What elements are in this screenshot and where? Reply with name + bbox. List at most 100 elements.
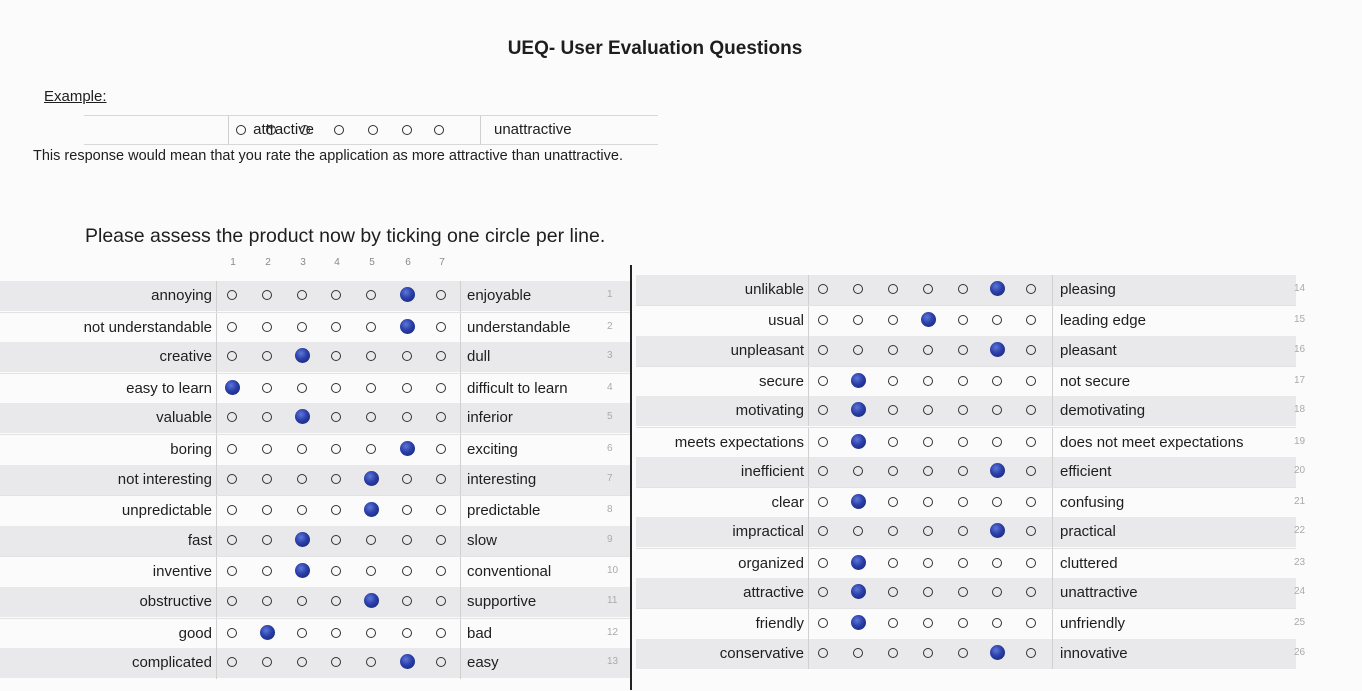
rating-radio-5[interactable]: [958, 344, 968, 355]
rating-radio-1[interactable]: [227, 596, 237, 606]
rating-radio-1[interactable]: [227, 412, 237, 423]
rating-radio-2[interactable]: [262, 444, 272, 454]
rating-radio-1[interactable]: [818, 557, 828, 568]
rating-radio-5[interactable]: [366, 382, 376, 393]
rating-radio-2[interactable]: [851, 402, 866, 418]
rating-radio-4[interactable]: [923, 557, 933, 568]
rating-radio-6[interactable]: [400, 654, 415, 670]
rating-radio-7[interactable]: [1026, 284, 1036, 294]
rating-radio-4[interactable]: [331, 321, 341, 332]
rating-radio-2[interactable]: [853, 315, 863, 326]
rating-radio-7[interactable]: [436, 321, 446, 332]
rating-radio-6[interactable]: [992, 618, 1002, 629]
rating-radio-7[interactable]: [436, 657, 446, 668]
rating-radio-5[interactable]: [958, 465, 968, 476]
rating-radio-3[interactable]: [888, 587, 898, 597]
rating-radio-3[interactable]: [888, 284, 898, 294]
rating-radio-6[interactable]: [402, 596, 412, 606]
rating-radio-1[interactable]: [818, 587, 828, 597]
rating-radio-5[interactable]: [366, 627, 376, 638]
rating-radio-4[interactable]: [923, 375, 933, 386]
rating-radio-4[interactable]: [923, 587, 933, 597]
rating-radio-2[interactable]: [262, 566, 272, 577]
rating-radio-2[interactable]: [260, 624, 275, 640]
rating-radio-4[interactable]: [923, 436, 933, 447]
rating-radio-7[interactable]: [1026, 618, 1036, 629]
rating-radio-1[interactable]: [818, 526, 828, 537]
rating-radio-1[interactable]: [227, 473, 237, 484]
rating-radio-6[interactable]: [402, 627, 412, 638]
rating-radio-6[interactable]: [992, 587, 1002, 597]
rating-radio-4[interactable]: [331, 351, 341, 362]
rating-radio-4[interactable]: [331, 534, 341, 545]
rating-radio-6[interactable]: [992, 315, 1002, 326]
rating-radio-5[interactable]: [366, 290, 376, 300]
rating-radio-1[interactable]: [225, 379, 240, 395]
rating-radio-3[interactable]: [295, 409, 310, 425]
rating-radio-1[interactable]: [227, 627, 237, 638]
rating-radio-4[interactable]: [331, 412, 341, 423]
rating-radio-3[interactable]: [888, 344, 898, 355]
rating-radio-1[interactable]: [818, 405, 828, 416]
rating-radio-2[interactable]: [262, 321, 272, 332]
rating-radio-7[interactable]: [436, 505, 446, 516]
rating-radio-2[interactable]: [262, 596, 272, 606]
rating-radio-6[interactable]: [402, 412, 412, 423]
rating-radio-2[interactable]: [853, 344, 863, 355]
rating-radio-4[interactable]: [921, 312, 936, 328]
rating-radio-4[interactable]: [331, 473, 341, 484]
rating-radio-5[interactable]: [366, 444, 376, 454]
rating-radio-2[interactable]: [262, 382, 272, 393]
rating-radio-4[interactable]: [331, 505, 341, 516]
rating-radio-1[interactable]: [818, 315, 828, 326]
rating-radio-7[interactable]: [436, 473, 446, 484]
rating-radio-3[interactable]: [295, 531, 310, 547]
rating-radio-1[interactable]: [818, 344, 828, 355]
rating-radio-2[interactable]: [851, 554, 866, 570]
rating-radio-4[interactable]: [331, 382, 341, 393]
rating-radio-2[interactable]: [853, 465, 863, 476]
rating-radio-1[interactable]: [818, 375, 828, 386]
rating-radio-5[interactable]: [364, 470, 379, 486]
rating-radio-7[interactable]: [1026, 587, 1036, 597]
rating-radio-3[interactable]: [297, 596, 307, 606]
rating-radio-7[interactable]: [1026, 405, 1036, 416]
rating-radio-7[interactable]: [436, 351, 446, 362]
rating-radio-3[interactable]: [297, 473, 307, 484]
rating-radio-6[interactable]: [990, 341, 1005, 357]
rating-radio-4[interactable]: [331, 596, 341, 606]
rating-radio-3[interactable]: [297, 627, 307, 638]
rating-radio-1[interactable]: [227, 290, 237, 300]
rating-radio-6[interactable]: [992, 497, 1002, 508]
rating-radio-2[interactable]: [262, 473, 272, 484]
rating-radio-4[interactable]: [331, 657, 341, 668]
rating-radio-6[interactable]: [990, 281, 1005, 296]
rating-radio-1[interactable]: [818, 284, 828, 294]
rating-radio-6[interactable]: [402, 534, 412, 545]
rating-radio-5[interactable]: [958, 557, 968, 568]
rating-radio-2[interactable]: [262, 534, 272, 545]
rating-radio-5[interactable]: [366, 412, 376, 423]
rating-radio-7[interactable]: [1026, 526, 1036, 537]
rating-radio-2[interactable]: [262, 412, 272, 423]
rating-radio-2[interactable]: [851, 584, 866, 599]
rating-radio-2[interactable]: [851, 372, 866, 388]
rating-radio-6[interactable]: [402, 382, 412, 393]
rating-radio-7[interactable]: [1026, 315, 1036, 326]
rating-radio-4[interactable]: [923, 344, 933, 355]
rating-radio-3[interactable]: [888, 315, 898, 326]
rating-radio-3[interactable]: [888, 405, 898, 416]
rating-radio-5[interactable]: [364, 593, 379, 608]
rating-radio-1[interactable]: [227, 444, 237, 454]
rating-radio-5[interactable]: [958, 284, 968, 294]
rating-radio-3[interactable]: [297, 321, 307, 332]
rating-radio-7[interactable]: [1026, 497, 1036, 508]
rating-radio-2[interactable]: [853, 284, 863, 294]
rating-radio-2[interactable]: [851, 494, 866, 510]
rating-radio-5[interactable]: [366, 321, 376, 332]
rating-radio-1[interactable]: [227, 534, 237, 545]
rating-radio-6[interactable]: [402, 505, 412, 516]
rating-radio-1[interactable]: [818, 618, 828, 629]
rating-radio-7[interactable]: [436, 382, 446, 393]
rating-radio-4[interactable]: [331, 290, 341, 300]
